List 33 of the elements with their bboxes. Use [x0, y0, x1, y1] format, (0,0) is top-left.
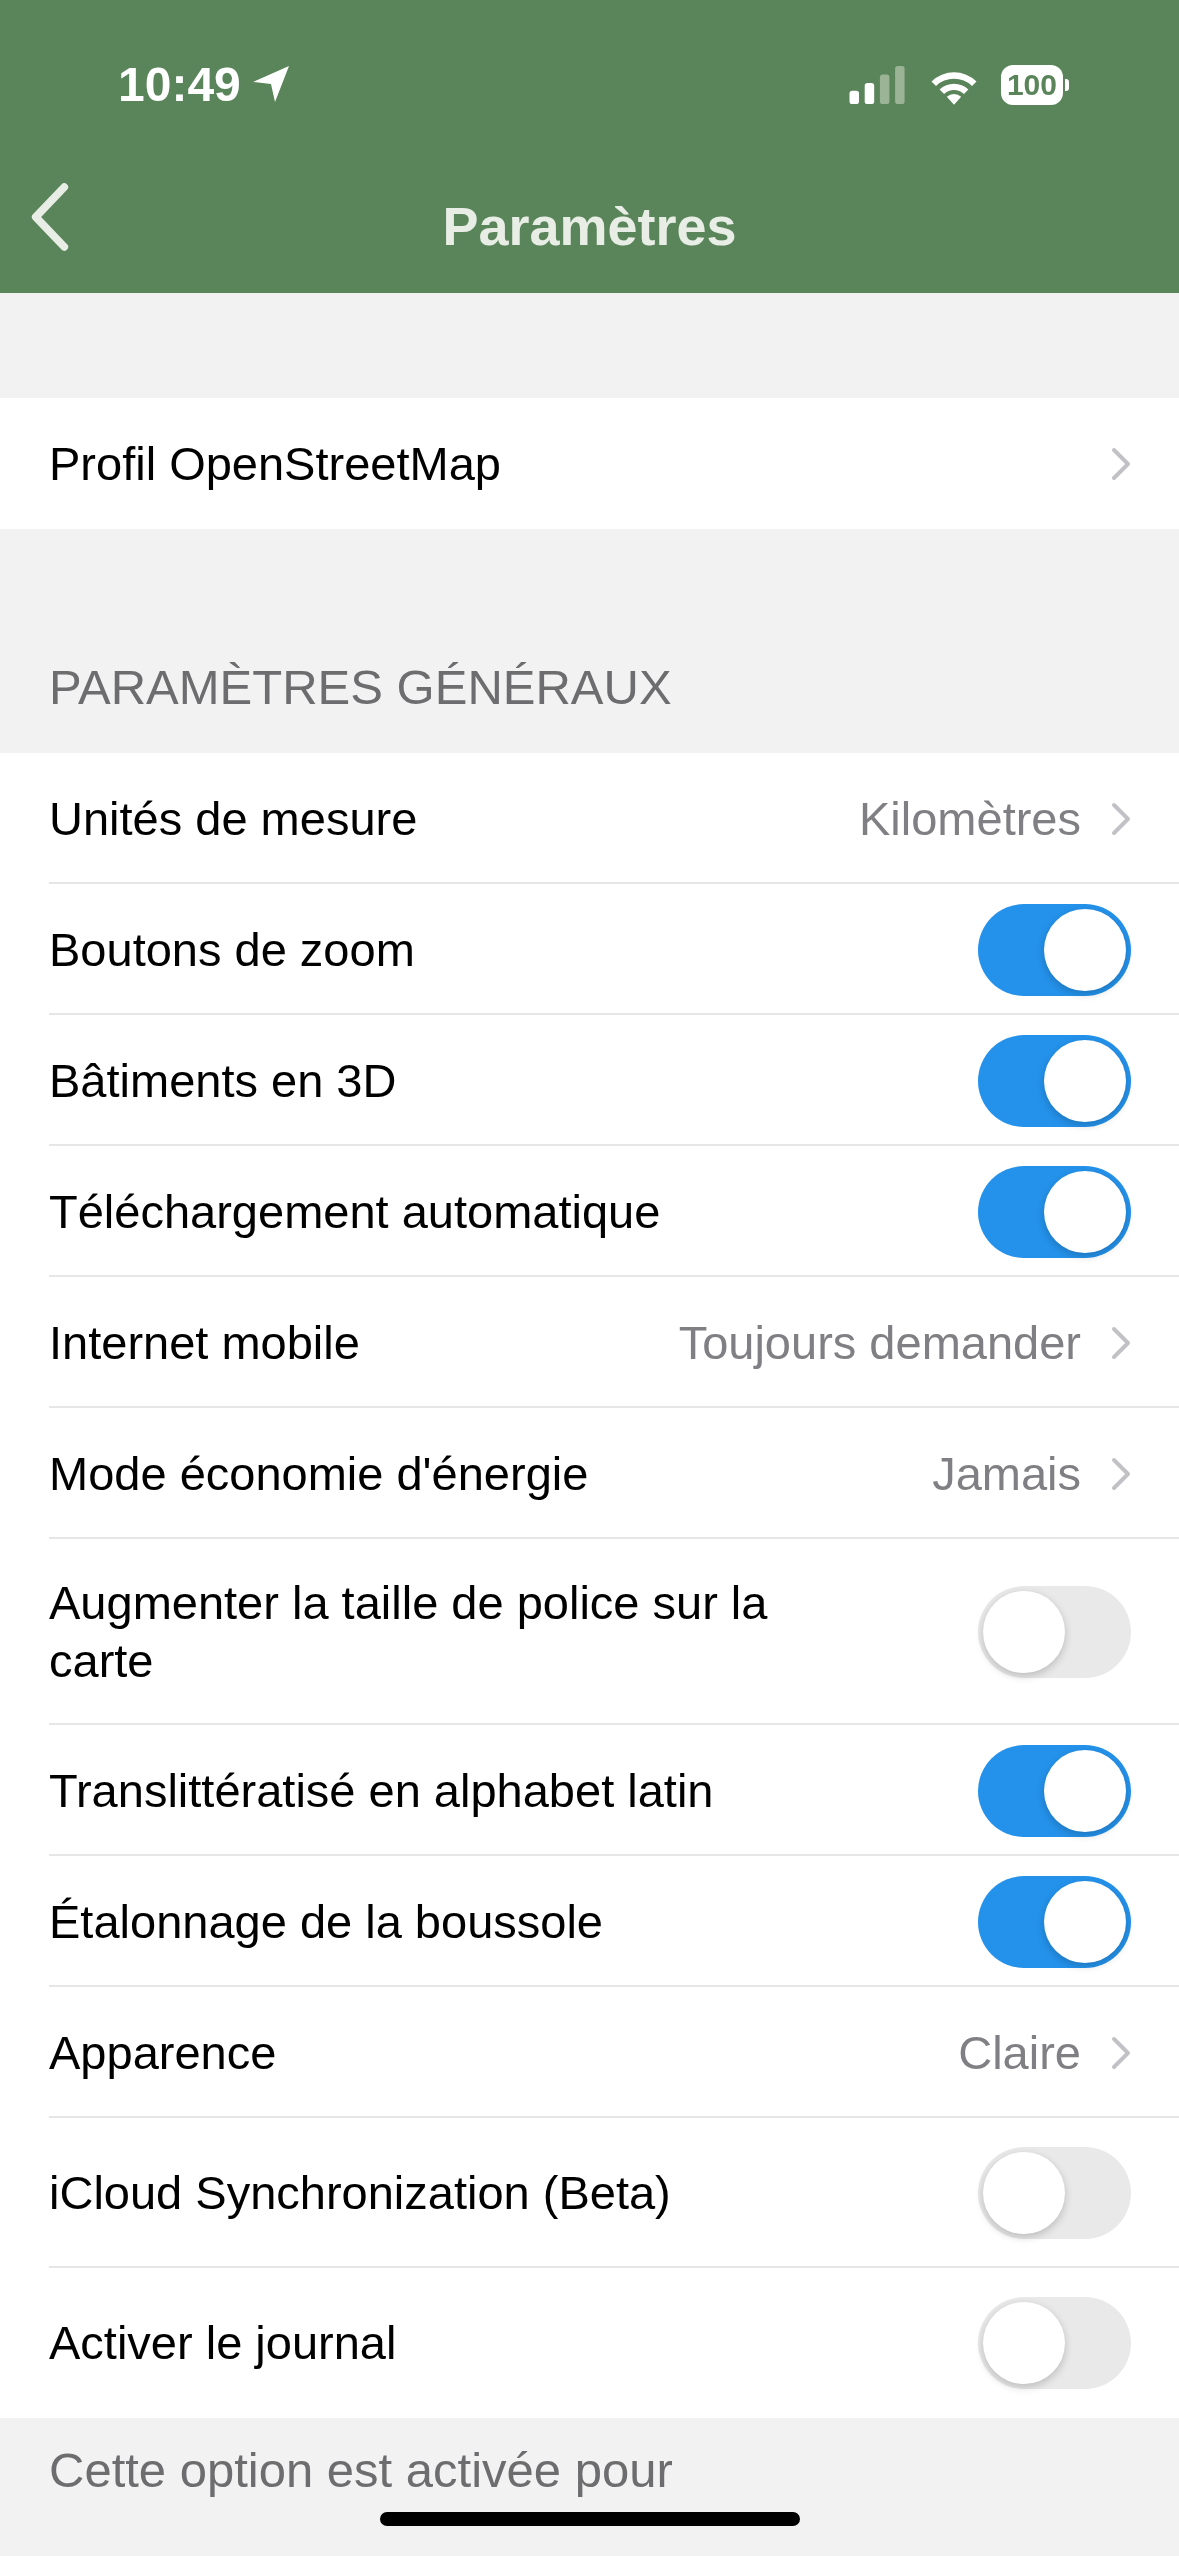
settings-row[interactable]: Internet mobile Toujours demander	[0, 1277, 1179, 1408]
chevron-icon	[1111, 1456, 1131, 1491]
row-value: Kilomètres	[859, 791, 1081, 846]
footer-note: Cette option est activée pour	[49, 2442, 673, 2499]
chevron-icon	[1111, 1325, 1131, 1360]
settings-row[interactable]: Profil OpenStreetMap	[0, 398, 1179, 529]
row-label: Internet mobile	[49, 1314, 361, 1371]
row-value: Jamais	[932, 1446, 1081, 1501]
battery-level: 100	[1000, 65, 1063, 105]
row-label: Mode économie d'énergie	[49, 1445, 590, 1502]
row-label: Augmenter la taille de police sur la carte	[49, 1575, 769, 1689]
row-label: Translittératisé en alphabet latin	[49, 1762, 715, 1819]
settings-row[interactable]: Apparence Claire	[0, 1987, 1179, 2118]
row-value: Toujours demander	[678, 1315, 1081, 1370]
row-label: Apparence	[49, 2024, 278, 2081]
chevron-icon	[1111, 2035, 1131, 2070]
row-label: Profil OpenStreetMap	[49, 435, 502, 492]
row-value: Claire	[958, 2025, 1081, 2080]
status-time: 10:49	[118, 56, 241, 112]
signal-icon	[848, 66, 907, 104]
chevron-icon	[1111, 446, 1131, 481]
row-label: Activer le journal	[49, 2315, 398, 2371]
row-label: Étalonnage de la boussole	[49, 1893, 604, 1950]
row-label: Boutons de zoom	[49, 921, 416, 978]
settings-row[interactable]: Mode économie d'énergie Jamais	[0, 1408, 1179, 1539]
settings-row[interactable]: Unités de mesure Kilomètres	[0, 753, 1179, 884]
row-label: Bâtiments en 3D	[49, 1052, 398, 1109]
section-header: PARAMÈTRES GÉNÉRAUX	[48, 659, 673, 716]
row-label: iCloud Synchronization (Beta)	[49, 2165, 672, 2221]
row-label: Téléchargement automatique	[49, 1183, 662, 1240]
chevron-icon	[1111, 801, 1131, 836]
row-label: Unités de mesure	[49, 790, 419, 847]
screen-title: Paramètres	[442, 194, 737, 257]
